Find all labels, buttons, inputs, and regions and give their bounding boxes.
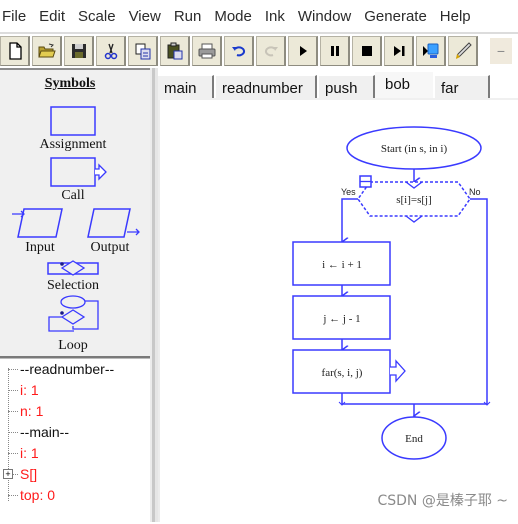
cut-button[interactable] xyxy=(96,36,126,66)
pen-icon xyxy=(455,42,472,59)
symbol-call-label[interactable]: Call xyxy=(50,188,96,204)
flow-edge xyxy=(342,198,358,242)
output-arrow-icon xyxy=(127,228,140,236)
variables-tree: --readnumber-- i: 1 n: 1 --main-- i: 1 +… xyxy=(0,359,150,524)
tree-item-label: i: 1 xyxy=(20,382,39,398)
run-button[interactable] xyxy=(288,36,318,66)
symbol-selection-label[interactable]: Selection xyxy=(38,278,108,294)
save-icon xyxy=(71,44,86,58)
menu-generate[interactable]: Generate xyxy=(364,8,427,25)
condition-label: s[i]=s[j] xyxy=(396,194,432,206)
selection-symbol xyxy=(47,260,99,276)
menu-help[interactable]: Help xyxy=(440,8,471,25)
step2-label: j ← j - 1 xyxy=(322,313,360,325)
step1-label: i ← i + 1 xyxy=(322,259,362,271)
stop-button[interactable] xyxy=(352,36,382,66)
menu-bar: File Edit Scale View Run Mode Ink Window… xyxy=(0,0,518,32)
loop-symbol xyxy=(48,295,99,332)
stop-icon xyxy=(361,46,372,56)
copy-icon xyxy=(135,43,150,60)
step-into-button[interactable] xyxy=(416,36,446,66)
toolbar-overflow[interactable]: − xyxy=(490,38,512,64)
symbols-panel: Symbols Assignment Call Input Output Sel… xyxy=(0,70,150,358)
tab-label: far xyxy=(441,79,459,97)
ink-button[interactable] xyxy=(448,36,478,66)
watermark: CSDN @是榛子耶 ~ xyxy=(377,493,508,509)
print-icon xyxy=(198,43,215,59)
undo-button[interactable] xyxy=(224,36,254,66)
play-icon xyxy=(299,46,307,56)
undo-icon xyxy=(231,46,245,57)
start-label: Start (in s, in i) xyxy=(381,143,448,155)
symbols-shapes xyxy=(12,106,140,332)
menu-scale[interactable]: Scale xyxy=(78,8,116,25)
call-symbol xyxy=(50,157,96,187)
tab-label: bob xyxy=(385,76,411,93)
redo-icon xyxy=(264,46,278,57)
menu-file[interactable]: File xyxy=(2,8,26,25)
tree-item-label: top: 0 xyxy=(20,487,56,503)
flowchart: Start (in s, in i) s[i]=s[j] Yes No i ← … xyxy=(292,126,491,460)
menu-mode[interactable]: Mode xyxy=(214,8,252,25)
tab-bar: main readnumber push bob far xyxy=(158,68,518,101)
tab-main[interactable]: main xyxy=(158,75,214,100)
redo-button[interactable] xyxy=(256,36,286,66)
call-arrow-icon xyxy=(390,359,406,383)
save-button[interactable] xyxy=(64,36,94,66)
call-arrow-icon xyxy=(95,163,107,181)
assignment-symbol xyxy=(50,106,96,136)
tree-item-label: --readnumber-- xyxy=(20,361,115,377)
symbol-input-label[interactable]: Input xyxy=(14,240,66,256)
tab-bob[interactable]: bob xyxy=(375,71,433,101)
menu-edit[interactable]: Edit xyxy=(39,8,65,25)
new-button[interactable] xyxy=(0,36,30,66)
tab-label: main xyxy=(164,79,197,97)
tree-item-label: --main-- xyxy=(20,424,69,440)
flowchart-canvas[interactable]: Start (in s, in i) s[i]=s[j] Yes No i ← … xyxy=(158,100,518,522)
input-arrow-icon xyxy=(12,210,25,218)
open-folder-icon xyxy=(37,43,56,58)
symbol-output-label[interactable]: Output xyxy=(82,240,138,256)
no-label: No xyxy=(469,187,481,197)
symbol-assignment-label[interactable]: Assignment xyxy=(30,137,116,153)
menu-window[interactable]: Window xyxy=(298,8,351,25)
step-icon xyxy=(393,46,404,56)
call-label: far(s, i, j) xyxy=(322,367,363,379)
pause-button[interactable] xyxy=(320,36,350,66)
input-symbol xyxy=(17,208,63,238)
tree-item-label: S[] xyxy=(20,466,38,482)
step-into-icon xyxy=(422,43,438,58)
end-label: End xyxy=(405,433,423,445)
cut-icon xyxy=(104,43,117,60)
tab-label: readnumber xyxy=(222,79,303,97)
tree-item-label: i: 1 xyxy=(20,445,39,461)
symbol-loop-label[interactable]: Loop xyxy=(48,338,98,354)
open-button[interactable] xyxy=(32,36,62,66)
tab-label: push xyxy=(325,79,358,97)
flow-edge xyxy=(341,392,488,405)
yes-label: Yes xyxy=(341,187,356,197)
tab-push[interactable]: push xyxy=(319,75,375,100)
tab-readnumber[interactable]: readnumber xyxy=(216,75,317,100)
copy-button[interactable] xyxy=(128,36,158,66)
print-button[interactable] xyxy=(192,36,222,66)
expand-icon[interactable]: + xyxy=(3,469,13,479)
toolbar: − xyxy=(0,32,518,68)
menu-view[interactable]: View xyxy=(129,8,161,25)
tree-item-label: n: 1 xyxy=(20,403,44,419)
tab-far[interactable]: far xyxy=(435,75,490,100)
output-symbol xyxy=(87,208,131,238)
new-file-icon xyxy=(8,42,22,60)
vertical-splitter[interactable] xyxy=(150,68,158,522)
menu-ink[interactable]: Ink xyxy=(265,8,285,25)
left-panel: Symbols Assignment Call Input Output Sel… xyxy=(0,68,150,524)
paste-icon xyxy=(167,42,182,60)
pause-icon xyxy=(330,46,339,56)
menu-run[interactable]: Run xyxy=(174,8,202,25)
step-button[interactable] xyxy=(384,36,414,66)
paste-button[interactable] xyxy=(160,36,190,66)
flow-edge xyxy=(470,198,488,392)
tree-line xyxy=(8,368,9,501)
